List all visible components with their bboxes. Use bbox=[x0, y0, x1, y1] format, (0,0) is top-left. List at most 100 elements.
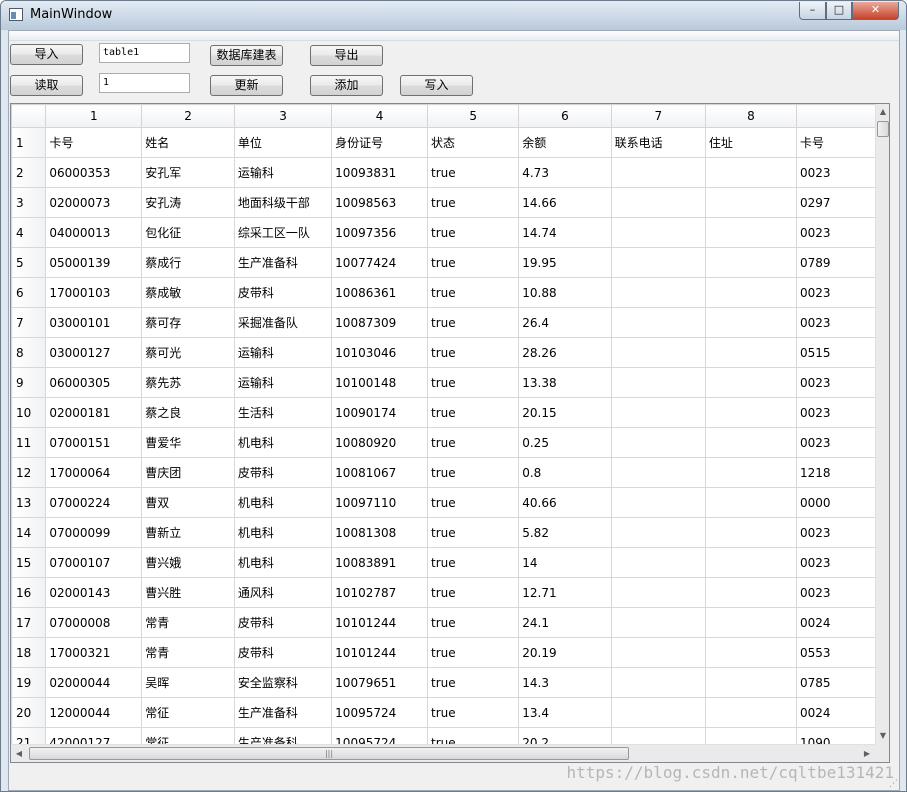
table-cell[interactable]: 安全监察科 bbox=[233, 667, 333, 698]
title-bar[interactable]: MainWindow – □ ✕ bbox=[1, 1, 906, 30]
column-header[interactable]: 8 bbox=[704, 104, 797, 128]
table-cell[interactable]: 06000305 bbox=[45, 367, 143, 398]
table-cell[interactable]: 02000143 bbox=[45, 577, 143, 608]
table-cell[interactable] bbox=[704, 697, 797, 728]
table-cell[interactable]: true bbox=[427, 517, 520, 548]
table-cell[interactable] bbox=[610, 667, 706, 698]
table-cell[interactable]: 10080920 bbox=[331, 427, 429, 458]
table-cell[interactable] bbox=[704, 217, 797, 248]
table-cell[interactable]: 07000099 bbox=[45, 517, 143, 548]
update-button[interactable]: 更新 bbox=[210, 75, 283, 96]
table-cell[interactable]: 蔡成行 bbox=[141, 247, 235, 278]
table-cell[interactable]: true bbox=[427, 547, 520, 578]
table-cell[interactable]: 皮带科 bbox=[233, 457, 333, 488]
table-cell[interactable] bbox=[610, 367, 706, 398]
table-cell[interactable]: 机电科 bbox=[233, 517, 333, 548]
row-header[interactable]: 11 bbox=[11, 427, 47, 458]
table-cell[interactable]: true bbox=[427, 397, 520, 428]
row-header[interactable]: 20 bbox=[11, 697, 47, 728]
table-cell[interactable]: 10102787 bbox=[331, 577, 429, 608]
table-cell[interactable] bbox=[704, 427, 797, 458]
size-grip-icon[interactable]: ⋰ bbox=[889, 779, 898, 789]
row-header[interactable]: 18 bbox=[11, 637, 47, 668]
table-cell[interactable]: 10090174 bbox=[331, 397, 429, 428]
write-button[interactable]: 写入 bbox=[400, 75, 473, 96]
table-cell[interactable]: 卡号 bbox=[45, 127, 143, 158]
table-cell[interactable] bbox=[704, 337, 797, 368]
table-cell[interactable] bbox=[610, 247, 706, 278]
table-cell[interactable]: 13.38 bbox=[518, 367, 612, 398]
table-cell[interactable]: 07000151 bbox=[45, 427, 143, 458]
table-cell[interactable]: 02000181 bbox=[45, 397, 143, 428]
table-cell[interactable] bbox=[704, 607, 797, 638]
data-table[interactable]: 12345678 1 卡号 姓名 单位 身份证号 状态 余额 联系电话 住址 卡号 2 0600035… bbox=[10, 103, 890, 763]
table-cell[interactable] bbox=[704, 247, 797, 278]
row-header[interactable]: 19 bbox=[11, 667, 47, 698]
table-cell[interactable] bbox=[610, 577, 706, 608]
horizontal-scrollbar[interactable]: ◀ ||| ▶ bbox=[11, 744, 875, 762]
table-cell[interactable]: 吴晖 bbox=[141, 667, 235, 698]
table-cell[interactable]: 07000008 bbox=[45, 607, 143, 638]
table-cell[interactable] bbox=[704, 367, 797, 398]
table-cell[interactable] bbox=[704, 577, 797, 608]
table-cell[interactable]: 14.66 bbox=[518, 187, 612, 218]
table-cell[interactable]: 蔡之良 bbox=[141, 397, 235, 428]
table-cell[interactable]: 4.73 bbox=[518, 157, 612, 188]
table-cell[interactable]: 曹爱华 bbox=[141, 427, 235, 458]
table-cell[interactable]: true bbox=[427, 427, 520, 458]
column-header[interactable]: 2 bbox=[141, 104, 235, 128]
table-cell[interactable] bbox=[704, 397, 797, 428]
table-cell[interactable]: 运输科 bbox=[233, 367, 333, 398]
table-cell[interactable]: 皮带科 bbox=[233, 637, 333, 668]
table-cell[interactable]: 10081067 bbox=[331, 457, 429, 488]
row-header[interactable]: 13 bbox=[11, 487, 47, 518]
table-cell[interactable]: true bbox=[427, 277, 520, 308]
table-cell[interactable]: 姓名 bbox=[141, 127, 235, 158]
table-cell[interactable] bbox=[704, 667, 797, 698]
table-cell[interactable]: 采掘准备队 bbox=[233, 307, 333, 338]
column-header[interactable]: 6 bbox=[518, 104, 612, 128]
table-cell[interactable] bbox=[704, 547, 797, 578]
vertical-scroll-thumb[interactable] bbox=[877, 121, 889, 137]
table-cell[interactable]: true bbox=[427, 697, 520, 728]
row-header[interactable]: 8 bbox=[11, 337, 47, 368]
table-cell[interactable] bbox=[610, 307, 706, 338]
table-cell[interactable]: 10083891 bbox=[331, 547, 429, 578]
close-button[interactable]: ✕ bbox=[852, 2, 899, 20]
row-header[interactable]: 7 bbox=[11, 307, 47, 338]
table-cell[interactable]: true bbox=[427, 337, 520, 368]
table-cell[interactable] bbox=[610, 637, 706, 668]
table-cell[interactable]: 14 bbox=[518, 547, 612, 578]
table-cell[interactable]: true bbox=[427, 667, 520, 698]
table-cell[interactable]: 07000224 bbox=[45, 487, 143, 518]
table-cell[interactable]: 40.66 bbox=[518, 487, 612, 518]
table-cell[interactable]: true bbox=[427, 487, 520, 518]
table-cell[interactable]: 包化征 bbox=[141, 217, 235, 248]
table-cell[interactable]: 10093831 bbox=[331, 157, 429, 188]
add-button[interactable]: 添加 bbox=[310, 75, 383, 96]
table-cell[interactable]: 03000101 bbox=[45, 307, 143, 338]
table-cell[interactable]: 皮带科 bbox=[233, 607, 333, 638]
table-cell[interactable] bbox=[610, 217, 706, 248]
table-cell[interactable]: 曹兴娥 bbox=[141, 547, 235, 578]
table-cell[interactable]: 17000064 bbox=[45, 457, 143, 488]
table-cell[interactable] bbox=[610, 277, 706, 308]
table-cell[interactable] bbox=[610, 187, 706, 218]
table-cell[interactable]: 曹新立 bbox=[141, 517, 235, 548]
row-header[interactable]: 4 bbox=[11, 217, 47, 248]
table-cell[interactable] bbox=[704, 307, 797, 338]
table-cell[interactable]: 10095724 bbox=[331, 697, 429, 728]
table-cell[interactable]: 14.3 bbox=[518, 667, 612, 698]
table-cell[interactable]: true bbox=[427, 307, 520, 338]
scroll-up-arrow-icon[interactable]: ▲ bbox=[876, 104, 889, 120]
table-cell[interactable] bbox=[610, 697, 706, 728]
table-cell[interactable] bbox=[704, 277, 797, 308]
table-cell[interactable]: true bbox=[427, 457, 520, 488]
table-cell[interactable]: 10103046 bbox=[331, 337, 429, 368]
table-cell[interactable]: 06000353 bbox=[45, 157, 143, 188]
table-cell[interactable] bbox=[704, 487, 797, 518]
table-cell[interactable]: 10079651 bbox=[331, 667, 429, 698]
table-cell[interactable]: 地面科级干部 bbox=[233, 187, 333, 218]
row-header[interactable]: 6 bbox=[11, 277, 47, 308]
table-cell[interactable]: 生活科 bbox=[233, 397, 333, 428]
